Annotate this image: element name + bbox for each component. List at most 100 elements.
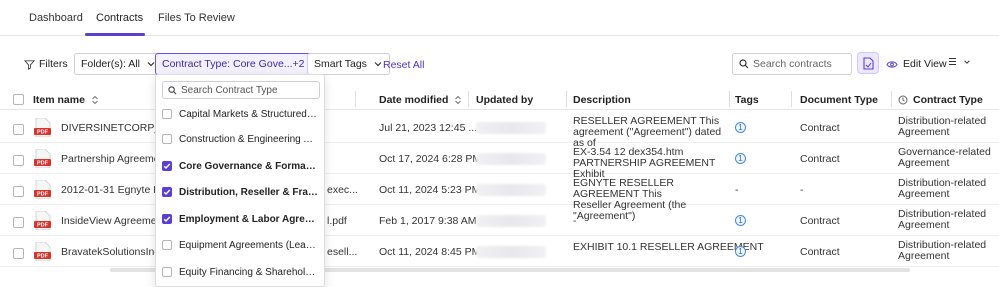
row-checkbox[interactable]	[13, 155, 24, 166]
updated-by-header-label: Updated by	[476, 94, 534, 106]
tag-count-badge[interactable]: 1	[735, 122, 746, 133]
document-type: Contract	[800, 153, 840, 165]
date-modified: Oct 17, 2024 6:28 PM	[379, 153, 482, 165]
export-button[interactable]	[857, 52, 879, 74]
table-row[interactable]: PDF BravatekSolutionsInc_20 esell... Oct…	[0, 236, 999, 267]
table-row[interactable]: PDF Partnership Agreement. Oct 17, 2024 …	[0, 143, 999, 180]
smart-tags-dropdown[interactable]: Smart Tags	[307, 53, 390, 75]
search-contracts-box[interactable]	[732, 53, 852, 75]
description: -	[573, 215, 577, 227]
tab-dashboard[interactable]: Dashboard	[29, 12, 83, 35]
checkmark-icon	[163, 216, 171, 223]
table-row[interactable]: PDF DIVERSINETCORP_03_0 Jul 21, 2023 12:…	[0, 112, 999, 149]
contract-type-filter-label: Contract Type: Core Gove...+2	[162, 58, 305, 70]
row-checkbox[interactable]	[13, 186, 24, 197]
column-header-updated-by[interactable]: Updated by	[476, 94, 533, 106]
option-checkbox-checked[interactable]	[162, 187, 172, 197]
row-checkbox[interactable]	[13, 248, 24, 259]
option-checkbox[interactable]	[162, 267, 172, 277]
reset-all-link[interactable]: Reset All	[383, 59, 424, 71]
document-type-header-label: Document Type	[800, 94, 878, 106]
checkmark-icon	[163, 163, 171, 170]
contract-type-filter-dropdown[interactable]: Contract Type: Core Gove...+2	[155, 53, 328, 75]
contract-type-option[interactable]: Equity Financing & Shareholder A...	[162, 261, 322, 283]
row-checkbox[interactable]	[13, 124, 24, 135]
column-separator[interactable]	[729, 91, 730, 107]
tab-contracts[interactable]: Contracts	[96, 12, 143, 35]
filter-bar: Filters Folder(s): All Contract Type: Co…	[0, 48, 999, 84]
contract-type-search-input[interactable]	[181, 84, 317, 96]
list-view-toggle[interactable]	[949, 57, 971, 66]
chevron-down-icon	[964, 59, 970, 64]
edit-view-button[interactable]: Edit View	[886, 58, 947, 70]
tag-count-badge[interactable]: 1	[735, 246, 746, 257]
item-name[interactable]: Partnership Agreement.	[61, 153, 161, 165]
search-icon	[168, 85, 177, 94]
item-name[interactable]: DIVERSINETCORP_03_0	[61, 122, 161, 134]
svg-text:PDF: PDF	[37, 161, 49, 167]
column-separator[interactable]	[355, 91, 356, 107]
column-separator[interactable]	[891, 91, 892, 107]
column-separator[interactable]	[791, 91, 792, 107]
document-type: Contract	[800, 246, 840, 258]
contract-type-search-box[interactable]	[162, 81, 320, 99]
list-icon	[949, 57, 956, 66]
contract-type-option[interactable]: Capital Markets & Structured Fin...	[162, 103, 322, 125]
checkmark-icon	[163, 189, 171, 196]
item-name[interactable]: InsideView Agreement -	[61, 215, 161, 227]
table-row[interactable]: PDF InsideView Agreement - l.pdf Feb 1, …	[0, 205, 999, 236]
option-label: Equity Financing & Shareholder A...	[179, 266, 319, 278]
tab-bar: Dashboard Contracts Files To Review	[0, 0, 999, 36]
document-type: Contract	[800, 215, 840, 227]
column-header-item-name[interactable]: Item name	[33, 94, 99, 106]
contract-type: Governance-related Agreement	[898, 147, 991, 169]
updated-by-redacted	[476, 246, 546, 258]
sort-icon	[455, 95, 462, 105]
option-label: Capital Markets & Structured Fin...	[179, 108, 319, 120]
document-export-icon	[862, 56, 874, 70]
tab-files-to-review[interactable]: Files To Review	[158, 12, 235, 35]
column-header-date-modified[interactable]: Date modified	[379, 94, 462, 106]
item-name[interactable]: BravatekSolutionsInc_20	[61, 246, 161, 258]
option-checkbox-checked[interactable]	[162, 214, 172, 224]
contract-type-option[interactable]: Core Governance & Formation A...	[162, 155, 322, 177]
item-name-overflow: exec...	[327, 184, 358, 196]
updated-by-redacted	[476, 122, 546, 134]
tag-count-badge[interactable]: 1	[735, 153, 746, 164]
column-header-document-type[interactable]: Document Type	[800, 94, 878, 106]
column-separator[interactable]	[566, 91, 567, 107]
select-all-checkbox[interactable]	[13, 94, 24, 105]
date-modified: Jul 21, 2023 12:45 ...	[379, 122, 478, 134]
column-separator[interactable]	[468, 91, 469, 107]
row-checkbox[interactable]	[13, 217, 24, 228]
sparkle-icon	[898, 95, 908, 105]
active-tab-indicator	[85, 33, 145, 36]
updated-by-redacted	[476, 153, 546, 165]
option-checkbox[interactable]	[162, 134, 172, 144]
item-name[interactable]: 2012-01-31 Egnyte Rese	[61, 184, 161, 196]
search-icon	[739, 59, 749, 69]
tag-count-badge[interactable]: 1	[735, 215, 746, 226]
folder-filter-dropdown[interactable]: Folder(s): All	[74, 53, 163, 75]
column-header-contract-type[interactable]: Contract Type	[898, 94, 983, 106]
column-header-description[interactable]: Description	[573, 94, 631, 106]
search-contracts-input[interactable]	[753, 58, 849, 70]
option-checkbox-checked[interactable]	[162, 161, 172, 171]
item-name-overflow: l.pdf	[327, 215, 347, 227]
option-label: Distribution, Reseller & Franchis...	[179, 186, 319, 198]
contract-type-option[interactable]: Construction & Engineering Agre...	[162, 128, 322, 150]
filters-button[interactable]: Filters	[18, 53, 74, 75]
contract-type-option[interactable]: Equipment Agreements (Lease & ...	[162, 234, 322, 256]
table-row[interactable]: PDF 2012-01-31 Egnyte Rese exec... Oct 1…	[0, 174, 999, 222]
folder-filter-label: Folder(s): All	[81, 58, 140, 70]
column-header-tags[interactable]: Tags	[735, 94, 759, 106]
date-modified-header-label: Date modified	[379, 94, 449, 106]
option-checkbox[interactable]	[162, 240, 172, 250]
filters-label: Filters	[39, 58, 68, 70]
option-checkbox[interactable]	[162, 109, 172, 119]
pdf-file-icon: PDF	[34, 180, 51, 199]
contract-type: Distribution-related Agreement	[898, 116, 987, 138]
contract-type: Distribution-related Agreement	[898, 240, 987, 262]
contract-type-option[interactable]: Distribution, Reseller & Franchis...	[162, 181, 322, 203]
contract-type-option[interactable]: Employment & Labor Agreements	[162, 208, 322, 230]
